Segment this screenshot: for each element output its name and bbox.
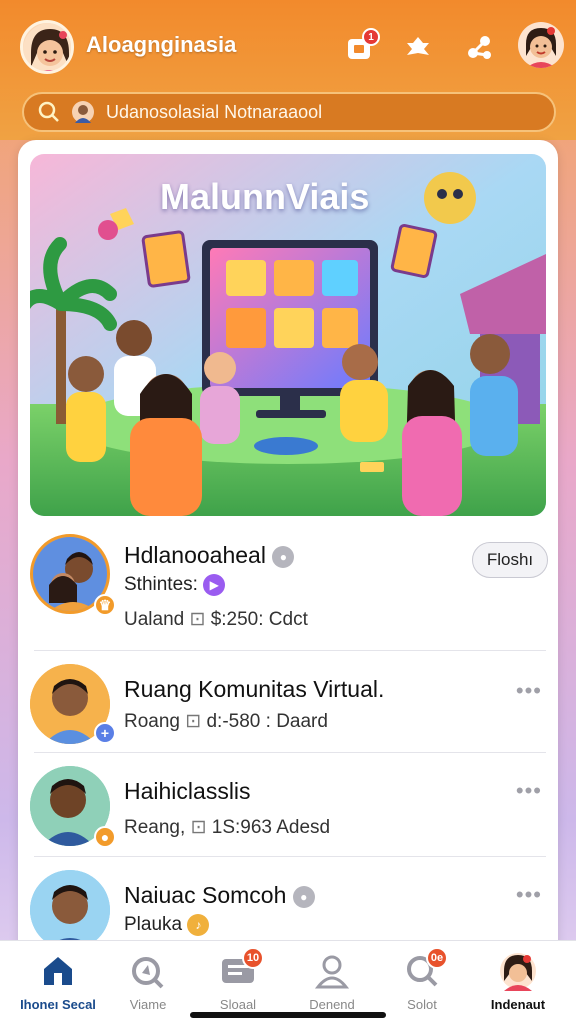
item-title: Hdlanooaheal ● [124, 542, 295, 569]
search-avatar-icon [72, 101, 94, 123]
list-item[interactable]: ● Haihiclasslis Reang, ⊡ 1S:963 Adesd ••… [18, 760, 558, 864]
app-header: Aloagnginasia 1 Udanosolasial Notnaraaoo… [0, 0, 576, 140]
chat-icon: 10 [218, 947, 264, 991]
item-title: Ruang Komunitas Virtual. [124, 676, 385, 702]
notification-badge: 1 [362, 28, 380, 46]
tab-home[interactable]: Ihoneı Secal [10, 951, 106, 1017]
item-meta: Ualand ⊡ $:250: Cdct [124, 609, 308, 630]
item-meta: Roang ⊡ d:-580 : Daard [124, 711, 328, 732]
divider [34, 752, 546, 753]
tab-explore[interactable]: Viame [100, 951, 196, 1017]
action-button[interactable]: Floshı [472, 542, 548, 578]
share-icon[interactable] [460, 28, 500, 68]
lock-icon: ⊡ [190, 817, 207, 838]
tab-label: Indenaut [490, 997, 546, 1012]
tab-profile[interactable]: Indenaut [470, 951, 566, 1017]
tab-person[interactable]: Denend [284, 951, 380, 1017]
tab-label: Solot [407, 997, 437, 1012]
lock-icon: ⊡ [185, 711, 202, 732]
home-indicator [190, 1012, 386, 1018]
explore-icon [128, 951, 168, 991]
content-card: MalunnViais ♛ Hdlanooaheal ● Sthintes: ▶… [18, 140, 558, 960]
more-options-icon[interactable]: ••• [516, 678, 542, 704]
puzzle-icon[interactable] [398, 28, 438, 68]
tab-label: Denend [309, 997, 355, 1012]
banner-title: MalunnViais [160, 176, 370, 217]
more-options-icon[interactable]: ••• [516, 882, 542, 908]
notification-bell-icon[interactable]: 1 [340, 28, 380, 68]
tab-label: Sloaal [219, 997, 257, 1012]
avatar [30, 870, 110, 950]
promo-banner[interactable]: MalunnViais [30, 154, 546, 516]
item-title: Naiuac Somcoh ● [124, 882, 315, 909]
item-subtitle: Plauka ♪ [124, 914, 210, 936]
search-badge: 0e [426, 947, 448, 969]
tab-label: Viame [129, 997, 167, 1012]
chat-badge: 10 [242, 947, 264, 969]
profile-icon[interactable] [518, 22, 564, 68]
item-subtitle: Sthintes: ▶ [124, 574, 226, 596]
divider [34, 856, 546, 857]
tab-search[interactable]: 0e Solot [374, 947, 470, 1017]
verified-icon: ● [292, 885, 315, 908]
play-icon: ▶ [203, 574, 226, 596]
verified-icon: ● [272, 545, 295, 568]
more-options-icon[interactable]: ••• [516, 778, 542, 804]
search-input[interactable]: Udanosolasial Notnaraaool [106, 102, 322, 123]
item-meta: Reang, ⊡ 1S:963 Adesd [124, 817, 331, 838]
search-icon: 0e [402, 947, 448, 991]
tab-label: Ihoneı Secal [20, 997, 96, 1012]
list-item[interactable]: ♛ Hdlanooaheal ● Sthintes: ▶ Ualand ⊡ $:… [18, 528, 558, 648]
coin-badge-icon: ● [94, 826, 116, 848]
divider [34, 650, 546, 651]
person-icon [312, 951, 352, 991]
tab-chat[interactable]: 10 Sloaal [190, 947, 286, 1017]
app-title: Aloagnginasia [86, 32, 237, 57]
item-title: Haihiclasslis [124, 778, 251, 804]
add-icon[interactable]: + [94, 722, 116, 744]
profile-icon [498, 951, 538, 991]
lock-icon: ⊡ [189, 609, 206, 630]
music-icon: ♪ [187, 914, 210, 936]
search-icon [38, 101, 59, 122]
user-avatar[interactable] [20, 20, 74, 74]
home-icon [38, 951, 78, 991]
crown-badge-icon: ♛ [94, 594, 116, 616]
search-bar[interactable]: Udanosolasial Notnaraaool [22, 92, 556, 132]
list-item[interactable]: + Ruang Komunitas Virtual. Roang ⊡ d:-58… [18, 658, 558, 758]
